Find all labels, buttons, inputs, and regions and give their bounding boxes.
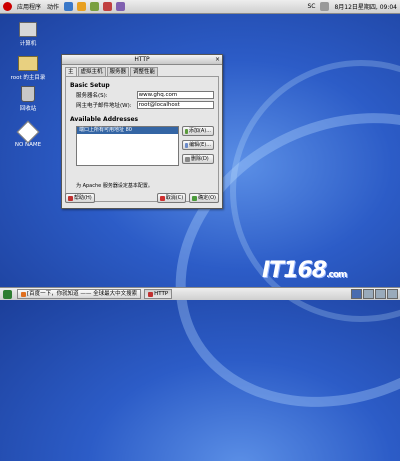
mail-launcher-icon[interactable] bbox=[77, 2, 87, 11]
add-button-label: 添加(A)... bbox=[188, 128, 211, 134]
address-list[interactable]: 端口上所有可用地址 80 bbox=[76, 126, 179, 166]
ok-icon bbox=[192, 195, 198, 201]
http-app-icon bbox=[148, 291, 154, 297]
disk-icon bbox=[16, 120, 40, 144]
workspace-1[interactable] bbox=[351, 289, 362, 299]
bottom-panel: [百度一下，你就知道 —— 全球最大中文搜索 HTTP bbox=[0, 287, 400, 300]
tab-performance[interactable]: 调整性能 bbox=[130, 67, 159, 76]
input-method-indicator[interactable]: SC bbox=[304, 3, 318, 10]
menu-actions[interactable]: 动作 bbox=[44, 2, 62, 11]
spreadsheet-launcher-icon[interactable] bbox=[116, 2, 126, 11]
tab-bar: 主 虚拟主机 服务器 调整性能 bbox=[62, 65, 222, 76]
available-addresses-heading: Available Addresses bbox=[70, 116, 139, 123]
desktop-icon-computer[interactable]: 计算机 bbox=[6, 22, 50, 47]
clock[interactable]: 8月12日星期四, 09:04 bbox=[331, 2, 400, 11]
add-icon bbox=[185, 128, 188, 134]
delete-button-label: 删除(D) bbox=[191, 156, 209, 162]
edit-address-button[interactable]: 编辑(E)... bbox=[182, 140, 214, 150]
cancel-button-label: 取消(C) bbox=[165, 195, 184, 201]
watermark-text: IT168 bbox=[262, 258, 327, 283]
desktop-icon-label: root 的主目录 bbox=[10, 75, 46, 81]
watermark-suffix: .com bbox=[326, 270, 347, 280]
volume-icon[interactable] bbox=[320, 2, 330, 11]
basic-setup-heading: Basic Setup bbox=[70, 82, 110, 89]
tab-virtual-hosts[interactable]: 虚拟主机 bbox=[77, 67, 106, 76]
webmaster-email-label: 网主电子邮件地址(W): bbox=[76, 103, 132, 109]
webmaster-email-input[interactable] bbox=[136, 101, 214, 109]
workspace-switcher bbox=[350, 289, 398, 299]
delete-address-button[interactable]: 删除(D) bbox=[182, 154, 214, 164]
desktop-icon-home[interactable]: root 的主目录 bbox=[6, 56, 50, 81]
browser-icon bbox=[21, 291, 26, 297]
add-address-button[interactable]: 添加(A)... bbox=[182, 126, 214, 136]
list-item[interactable]: 端口上所有可用地址 80 bbox=[77, 127, 178, 134]
taskbar-item-label: HTTP bbox=[154, 291, 169, 297]
home-folder-icon bbox=[18, 56, 38, 71]
dialog-titlebar[interactable]: HTTP × bbox=[62, 55, 222, 65]
ok-button[interactable]: 确定(O) bbox=[189, 193, 219, 203]
server-name-input[interactable] bbox=[136, 91, 214, 99]
tab-main[interactable]: 主 bbox=[65, 67, 77, 76]
taskbar-item-label: [百度一下，你就知道 —— 全球最大中文搜索 bbox=[27, 291, 138, 297]
top-panel: 应用程序 动作 SC 8月12日星期四, 09:04 bbox=[0, 0, 400, 14]
browser-launcher-icon[interactable] bbox=[64, 2, 74, 11]
edit-button-label: 编辑(E)... bbox=[189, 142, 211, 148]
taskbar-item-browser[interactable]: [百度一下，你就知道 —— 全球最大中文搜索 bbox=[17, 289, 142, 299]
cancel-icon bbox=[159, 195, 165, 201]
redhat-logo-icon[interactable] bbox=[3, 2, 12, 11]
workspace-3[interactable] bbox=[375, 289, 386, 299]
presentation-launcher-icon[interactable] bbox=[103, 2, 113, 11]
workspace-2[interactable] bbox=[363, 289, 374, 299]
desktop-icon-label: 计算机 bbox=[19, 41, 37, 47]
it168-watermark: IT168.com bbox=[262, 258, 347, 283]
help-note: 为 Apache 服务器设定基本配置。 bbox=[76, 183, 153, 189]
delete-icon bbox=[185, 156, 190, 162]
close-icon[interactable]: × bbox=[215, 55, 220, 64]
computer-icon bbox=[19, 22, 37, 37]
edit-icon bbox=[185, 142, 189, 148]
server-name-label: 服务器名(S): bbox=[76, 93, 108, 99]
http-dialog: HTTP × 主 虚拟主机 服务器 调整性能 Basic Setup 服务器名(… bbox=[61, 54, 223, 209]
desktop-icon-label: 回收站 bbox=[19, 106, 37, 112]
help-button[interactable]: 帮助(H) bbox=[65, 193, 95, 203]
help-button-label: 帮助(H) bbox=[74, 195, 92, 201]
tab-server[interactable]: 服务器 bbox=[106, 67, 130, 76]
ok-button-label: 确定(O) bbox=[198, 195, 216, 201]
cancel-button[interactable]: 取消(C) bbox=[156, 193, 187, 203]
desktop-icon-noname[interactable]: NO NAME bbox=[6, 120, 50, 148]
show-desktop-icon[interactable] bbox=[3, 289, 12, 299]
tab-panel-main: Basic Setup 服务器名(S): 网主电子邮件地址(W): Availa… bbox=[65, 76, 219, 202]
workspace-4[interactable] bbox=[387, 289, 398, 299]
trash-icon bbox=[21, 86, 35, 102]
help-icon bbox=[68, 195, 73, 201]
desktop-icon-trash[interactable]: 回收站 bbox=[6, 86, 50, 112]
dialog-title: HTTP bbox=[134, 56, 150, 63]
menu-applications[interactable]: 应用程序 bbox=[14, 2, 44, 11]
taskbar-item-http[interactable]: HTTP bbox=[144, 289, 173, 299]
office-launcher-icon[interactable] bbox=[90, 2, 100, 11]
